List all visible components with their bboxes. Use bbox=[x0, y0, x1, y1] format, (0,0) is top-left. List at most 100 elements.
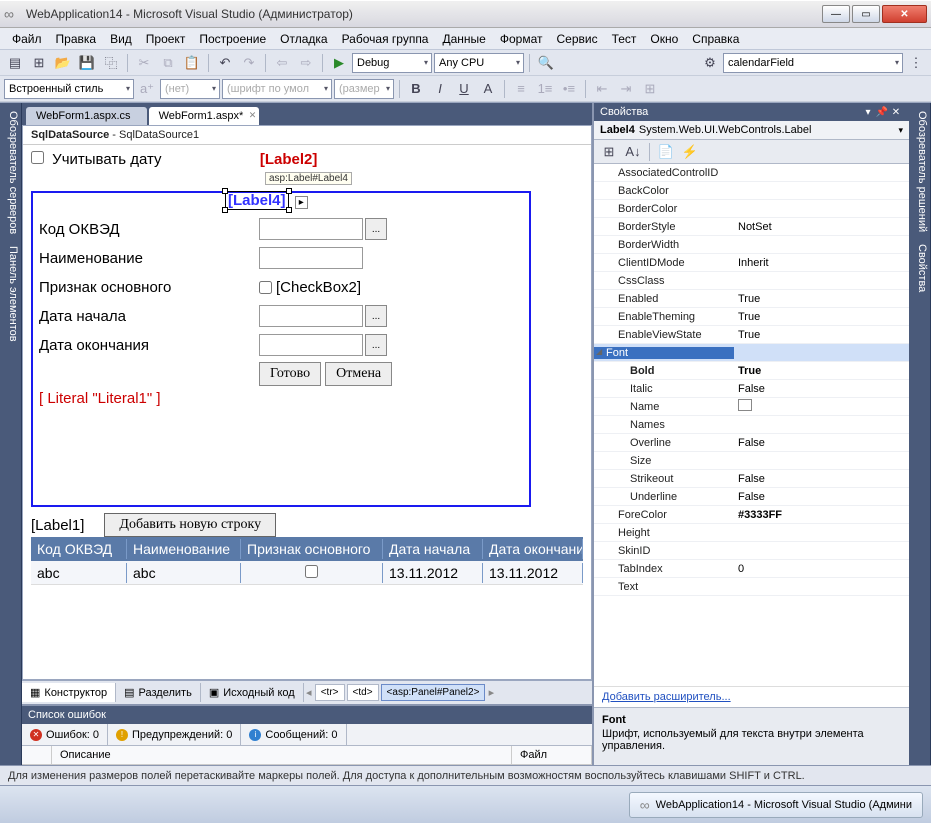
panel-pin-icon[interactable]: 📌 bbox=[875, 107, 889, 118]
find-icon[interactable]: 🔍 bbox=[535, 52, 557, 74]
crumb-prev-icon[interactable]: ◂ bbox=[304, 686, 314, 699]
literal1[interactable]: [ Literal "Literal1" ] bbox=[39, 390, 523, 407]
minimize-button[interactable]: — bbox=[822, 5, 850, 23]
panel2[interactable]: [Label4] ▸ Код ОКВЭД... Наименование При… bbox=[31, 191, 531, 507]
italic-icon[interactable]: I bbox=[429, 78, 451, 100]
config-dropdown[interactable]: Debug bbox=[352, 53, 432, 73]
find-dropdown[interactable]: calendarField bbox=[723, 53, 903, 73]
bold-icon[interactable]: B bbox=[405, 78, 427, 100]
menu-file[interactable]: Файл bbox=[6, 30, 48, 48]
open-icon[interactable]: 📂 bbox=[52, 52, 74, 74]
label1[interactable]: [Label1] bbox=[31, 517, 84, 534]
view-design-button[interactable]: ▦ Конструктор bbox=[22, 683, 116, 702]
menu-view[interactable]: Вид bbox=[104, 30, 138, 48]
okved-input[interactable] bbox=[259, 218, 363, 240]
start-browse-button[interactable]: ... bbox=[365, 305, 387, 327]
properties-icon[interactable]: 📄 bbox=[655, 141, 677, 163]
crumb-panel[interactable]: <asp:Panel#Panel2> bbox=[381, 684, 486, 701]
grid-row[interactable]: abc abc 13.11.2012 13.11.2012 bbox=[31, 561, 583, 585]
add-row-button[interactable]: Добавить новую строку bbox=[104, 513, 276, 537]
outdent-icon[interactable]: ⇤ bbox=[591, 78, 613, 100]
smart-tag-icon[interactable]: ▸ bbox=[295, 196, 308, 209]
nav-fwd-icon[interactable]: ⇨ bbox=[295, 52, 317, 74]
name-input[interactable] bbox=[259, 247, 363, 269]
size-dropdown[interactable]: (размер bbox=[334, 79, 394, 99]
menu-test[interactable]: Тест bbox=[606, 30, 643, 48]
tab-close-icon[interactable]: ✕ bbox=[249, 110, 257, 121]
designer-surface[interactable]: SqlDataSource - SqlDataSource - SqlDataS… bbox=[22, 125, 592, 680]
tab-solution-explorer[interactable]: Обозреватель решений bbox=[911, 111, 928, 232]
cut-icon[interactable]: ✂ bbox=[133, 52, 155, 74]
properties-selector[interactable]: Label4 System.Web.UI.WebControls.Label ▾ bbox=[594, 121, 909, 140]
tab-toolbox[interactable]: Панель элементов bbox=[2, 246, 19, 342]
align-icon[interactable]: ≡ bbox=[510, 78, 532, 100]
doctab-aspx[interactable]: WebForm1.aspx*✕ bbox=[149, 107, 260, 125]
font-dropdown[interactable]: (шрифт по умол bbox=[222, 79, 332, 99]
forecolor-icon[interactable]: A bbox=[477, 78, 499, 100]
menu-help[interactable]: Справка bbox=[686, 30, 745, 48]
add-extender-link[interactable]: Добавить расширитель... bbox=[594, 686, 909, 707]
toolbar-overflow-icon[interactable]: ⋮ bbox=[905, 52, 927, 74]
events-icon[interactable]: ⚡ bbox=[679, 141, 701, 163]
view-source-button[interactable]: ▣ Исходный код bbox=[201, 683, 304, 702]
consider-date-checkbox[interactable] bbox=[31, 151, 44, 164]
platform-dropdown[interactable]: Any CPU bbox=[434, 53, 524, 73]
menu-project[interactable]: Проект bbox=[140, 30, 192, 48]
doctab-codebehind[interactable]: WebForm1.aspx.cs bbox=[26, 107, 147, 125]
cancel-button[interactable]: Отмена bbox=[325, 362, 392, 386]
okved-browse-button[interactable]: ... bbox=[365, 218, 387, 240]
end-input[interactable] bbox=[259, 334, 363, 356]
nav-back-icon[interactable]: ⇦ bbox=[271, 52, 293, 74]
categorized-icon[interactable]: ⊞ bbox=[598, 141, 620, 163]
close-button[interactable]: ✕ bbox=[882, 5, 927, 23]
underline-icon[interactable]: U bbox=[453, 78, 475, 100]
panel-close-icon[interactable]: ✕ bbox=[889, 107, 903, 118]
label2[interactable]: [Label2] bbox=[260, 151, 318, 168]
label4-selected[interactable]: [Label4] bbox=[225, 191, 289, 210]
maximize-button[interactable]: ▭ bbox=[852, 5, 880, 23]
ruler-icon[interactable]: ⊞ bbox=[639, 78, 661, 100]
redo-icon[interactable]: ↷ bbox=[238, 52, 260, 74]
menu-team[interactable]: Рабочая группа bbox=[336, 30, 435, 48]
start-input[interactable] bbox=[259, 305, 363, 327]
grid-checkbox[interactable] bbox=[305, 565, 318, 578]
menu-window[interactable]: Окно bbox=[644, 30, 684, 48]
menu-build[interactable]: Построение bbox=[193, 30, 272, 48]
save-icon[interactable]: 💾 bbox=[76, 52, 98, 74]
menu-tools[interactable]: Сервис bbox=[550, 30, 603, 48]
errors-tab[interactable]: ✕Ошибок: 0 bbox=[22, 724, 108, 745]
style-dropdown[interactable]: Встроенный стиль bbox=[4, 79, 134, 99]
style-apply-icon[interactable]: a⁺ bbox=[136, 78, 158, 100]
crumb-tr[interactable]: <tr> bbox=[315, 684, 345, 701]
undo-icon[interactable]: ↶ bbox=[214, 52, 236, 74]
main-checkbox[interactable] bbox=[259, 281, 272, 294]
copy-icon[interactable]: ⧉ bbox=[157, 52, 179, 74]
crumb-next-icon[interactable]: ▸ bbox=[486, 686, 496, 699]
menu-data[interactable]: Данные bbox=[436, 30, 491, 48]
menu-edit[interactable]: Правка bbox=[50, 30, 103, 48]
messages-tab[interactable]: iСообщений: 0 bbox=[241, 724, 346, 745]
tab-server-explorer[interactable]: Обозреватель серверов bbox=[2, 111, 19, 234]
add-item-icon[interactable]: ⊞ bbox=[28, 52, 50, 74]
end-browse-button[interactable]: ... bbox=[365, 334, 387, 356]
list-ul-icon[interactable]: •≡ bbox=[558, 78, 580, 100]
warnings-tab[interactable]: !Предупреждений: 0 bbox=[108, 724, 241, 745]
ready-button[interactable]: Готово bbox=[259, 362, 321, 386]
list-ol-icon[interactable]: 1≡ bbox=[534, 78, 556, 100]
tag-dropdown[interactable]: (нет) bbox=[160, 79, 220, 99]
new-project-icon[interactable]: ▤ bbox=[4, 52, 26, 74]
taskbar-item[interactable]: ∞ WebApplication14 - Microsoft Visual St… bbox=[629, 792, 923, 818]
indent-icon[interactable]: ⇥ bbox=[615, 78, 637, 100]
properties-grid[interactable]: AssociatedControlIDBackColorBorderColorB… bbox=[594, 164, 909, 686]
extension-icon[interactable]: ⚙ bbox=[699, 52, 721, 74]
alphabetical-icon[interactable]: A↓ bbox=[622, 141, 644, 163]
tab-properties[interactable]: Свойства bbox=[911, 244, 928, 292]
menu-debug[interactable]: Отладка bbox=[274, 30, 333, 48]
crumb-td[interactable]: <td> bbox=[347, 684, 379, 701]
view-split-button[interactable]: ▤ Разделить bbox=[116, 683, 201, 702]
panel-dropdown-icon[interactable]: ▾ bbox=[861, 107, 875, 118]
paste-icon[interactable]: 📋 bbox=[181, 52, 203, 74]
save-all-icon[interactable]: ⿻ bbox=[100, 52, 122, 74]
menu-format[interactable]: Формат bbox=[494, 30, 549, 48]
start-debug-icon[interactable]: ▶ bbox=[328, 52, 350, 74]
